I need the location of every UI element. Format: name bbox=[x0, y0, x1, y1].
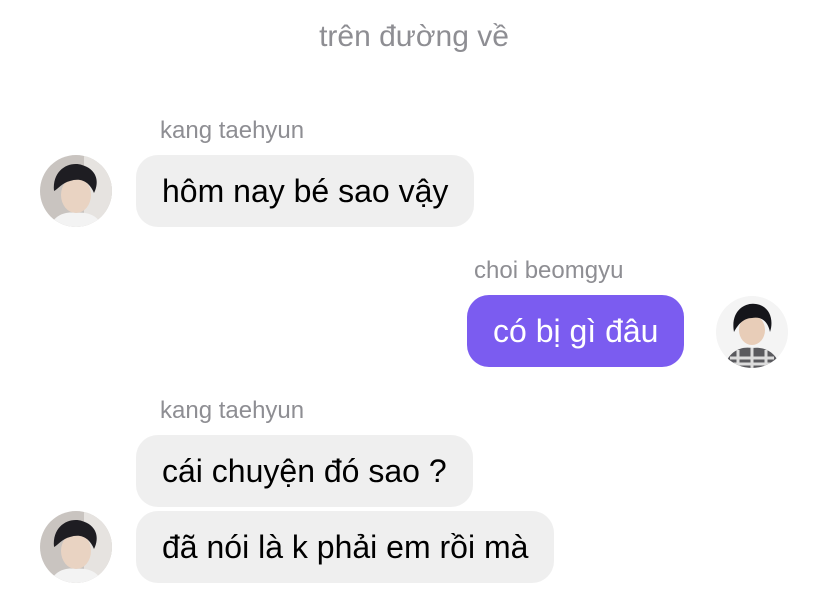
avatar[interactable] bbox=[40, 511, 112, 583]
message-bubble[interactable]: đã nói là k phải em rồi mà bbox=[136, 511, 555, 583]
avatar[interactable] bbox=[716, 296, 788, 368]
sender-name: choi beomgyu bbox=[474, 257, 624, 284]
message-bubble[interactable]: hôm nay bé sao vậy bbox=[136, 155, 475, 227]
avatar[interactable] bbox=[40, 155, 112, 227]
chat-title: trên đường về bbox=[319, 20, 509, 53]
message-bubble[interactable]: có bị gì đâu bbox=[467, 295, 685, 367]
sender-name: kang taehyun bbox=[160, 117, 305, 144]
message-bubble[interactable]: cái chuyện đó sao ? bbox=[136, 435, 473, 507]
sender-name: kang taehyun bbox=[160, 397, 305, 424]
